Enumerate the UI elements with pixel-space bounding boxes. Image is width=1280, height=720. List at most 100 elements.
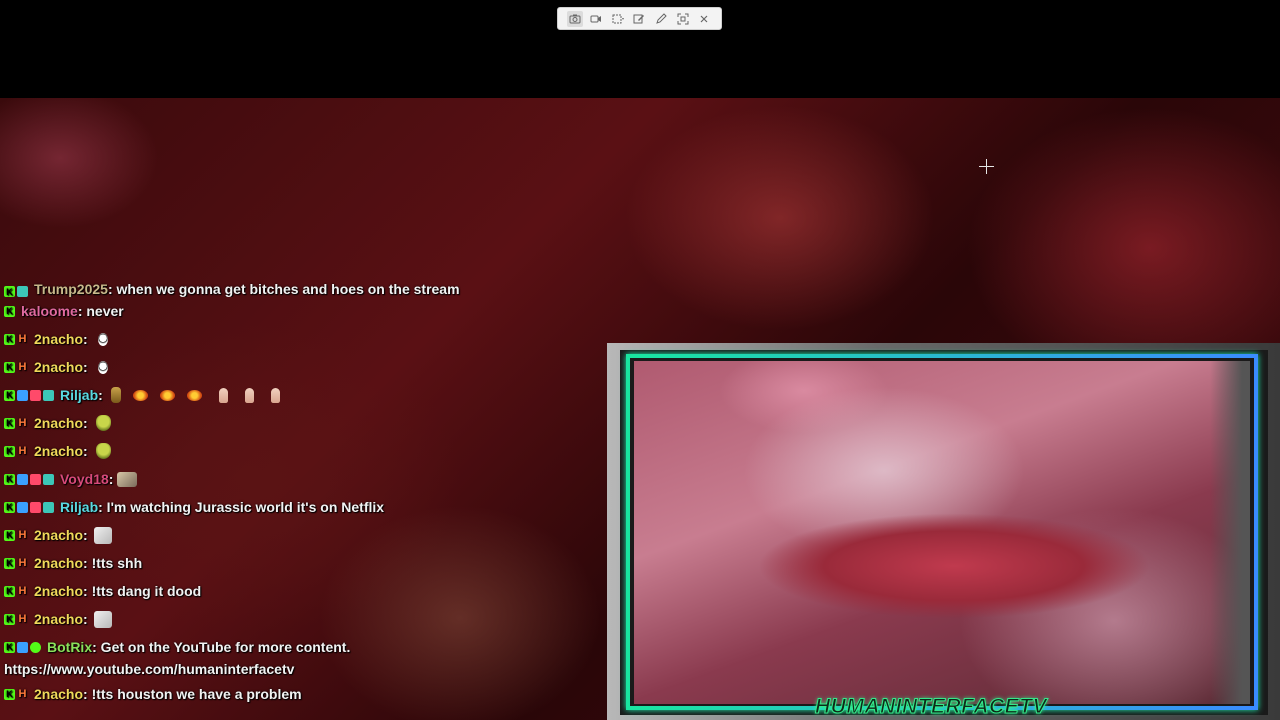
cat-emote-icon (93, 526, 112, 544)
chat-username: Voyd18 (60, 471, 109, 487)
kick-badge-icon: K (4, 501, 15, 513)
kick-badge-icon: K (4, 641, 15, 653)
chat-username: kaloome (21, 303, 78, 319)
badges: K (4, 501, 56, 513)
kick-badge-icon: K (4, 445, 15, 457)
kick-badge-icon: K (4, 688, 15, 700)
chat-username: BotRix (47, 639, 93, 655)
chat-message: K H 2nacho : (0, 353, 600, 381)
kick-badge-icon: K (4, 361, 15, 373)
moderator-badge-icon (17, 501, 28, 513)
badges: K (4, 305, 17, 317)
chat-username: 2nacho (34, 359, 84, 375)
founder-badge-icon: H (18, 585, 27, 597)
channel-watermark: HUMANINTERFACETV (815, 695, 1048, 719)
chat-text: : (98, 387, 103, 403)
founder-badge-icon: H (18, 557, 27, 569)
vip-badge-icon (43, 389, 54, 401)
kick-badge-icon: K (4, 286, 15, 297)
crosshair-cursor-icon (979, 159, 994, 174)
finger-emote-icon (218, 387, 228, 403)
chat-text: : Get on the YouTube for more content. (92, 639, 351, 655)
chat-text: : !tts dang it dood (83, 583, 202, 599)
kick-badge-icon: K (4, 417, 15, 429)
chat-text: : never (77, 303, 124, 319)
dancing-man-emote-icon (110, 387, 121, 403)
fire-emote-icon (159, 389, 175, 401)
fire-emote-icon (132, 389, 148, 401)
badges: K (4, 641, 43, 653)
kick-badge-icon: K (4, 305, 15, 317)
badges: K H (4, 417, 30, 429)
chat-text: : (83, 443, 88, 459)
camera-icon[interactable] (566, 10, 583, 27)
founder-badge-icon: H (18, 613, 27, 625)
chat-message: K H 2nacho : !tts dang it dood (0, 577, 600, 605)
alien-emote-icon (95, 415, 111, 431)
subscriber-badge-icon (30, 389, 41, 401)
chat-username: 2nacho (34, 555, 84, 571)
badges: K H (4, 613, 30, 625)
chat-message: K H 2nacho : (0, 437, 600, 465)
chat-text: : (108, 471, 114, 487)
chat-username: Riljab (60, 387, 99, 403)
badges: K H (4, 361, 30, 373)
badges: K (4, 473, 56, 485)
chat-message: K kaloome : never (0, 297, 600, 325)
vip-badge-icon (17, 286, 28, 297)
kick-badge-icon: K (4, 333, 15, 345)
alien-emote-icon (95, 443, 111, 459)
video-icon[interactable] (588, 11, 604, 27)
chat-message: K Riljab : I'm watching Jurassic world i… (0, 493, 600, 521)
kick-badge-icon: K (4, 585, 15, 597)
chat-overlay: K Trump2025 : when we gonna get bitches … (0, 279, 600, 708)
pug-emote-icon (117, 471, 138, 487)
expand-icon[interactable] (675, 11, 691, 27)
moderator-badge-icon (17, 641, 28, 653)
kick-badge-icon: K (4, 389, 15, 401)
chat-text: : when we gonna get bitches and hoes on … (107, 281, 460, 297)
chat-username: 2nacho (34, 415, 84, 431)
chat-message: K Riljab : (0, 381, 600, 409)
badges: K (4, 389, 56, 401)
badges: K H (4, 688, 30, 700)
capture-toolbar (557, 7, 722, 30)
founder-badge-icon: H (18, 361, 27, 373)
kick-badge-icon: K (4, 529, 15, 541)
chat-username: Riljab (60, 499, 99, 515)
skull-emote-icon (97, 332, 108, 346)
badges: K (4, 286, 30, 297)
rectangle-select-icon[interactable] (610, 11, 626, 27)
founder-badge-icon: H (18, 417, 27, 429)
kick-badge-icon: K (4, 473, 15, 485)
chat-username: 2nacho (34, 611, 84, 627)
finger-emote-icon (270, 387, 280, 403)
chat-message: K H 2nacho : (0, 325, 600, 353)
chat-message: K H 2nacho : (0, 409, 600, 437)
bot-badge-icon (30, 641, 41, 653)
edit-icon[interactable] (631, 11, 647, 27)
subscriber-badge-icon (30, 473, 41, 485)
chat-text: : (83, 527, 88, 543)
chat-message: K H 2nacho : (0, 605, 600, 633)
chat-link[interactable]: https://www.youtube.com/humaninterfacetv (0, 658, 600, 680)
chat-username: 2nacho (34, 331, 84, 347)
pen-icon[interactable] (653, 11, 669, 27)
close-icon[interactable] (696, 11, 712, 27)
badges: K H (4, 333, 30, 345)
chat-text: : (83, 359, 88, 375)
finger-emote-icon (244, 387, 254, 403)
badges: K H (4, 445, 30, 457)
chat-message: K Voyd18 : (0, 465, 600, 493)
fire-emote-icon (186, 389, 202, 401)
cat-emote-icon (93, 610, 112, 628)
vip-badge-icon (43, 501, 54, 513)
chat-text: : (83, 611, 88, 627)
chat-message: K H 2nacho : !tts houston we have a prob… (0, 680, 600, 708)
chat-message: K H 2nacho : (0, 521, 600, 549)
chat-username: 2nacho (34, 686, 84, 702)
chat-message: K H 2nacho : !tts shh (0, 549, 600, 577)
chat-message: K BotRix : Get on the YouTube for more c… (0, 633, 600, 680)
chat-text: : (83, 331, 88, 347)
chat-message: K Trump2025 : when we gonna get bitches … (0, 279, 600, 297)
